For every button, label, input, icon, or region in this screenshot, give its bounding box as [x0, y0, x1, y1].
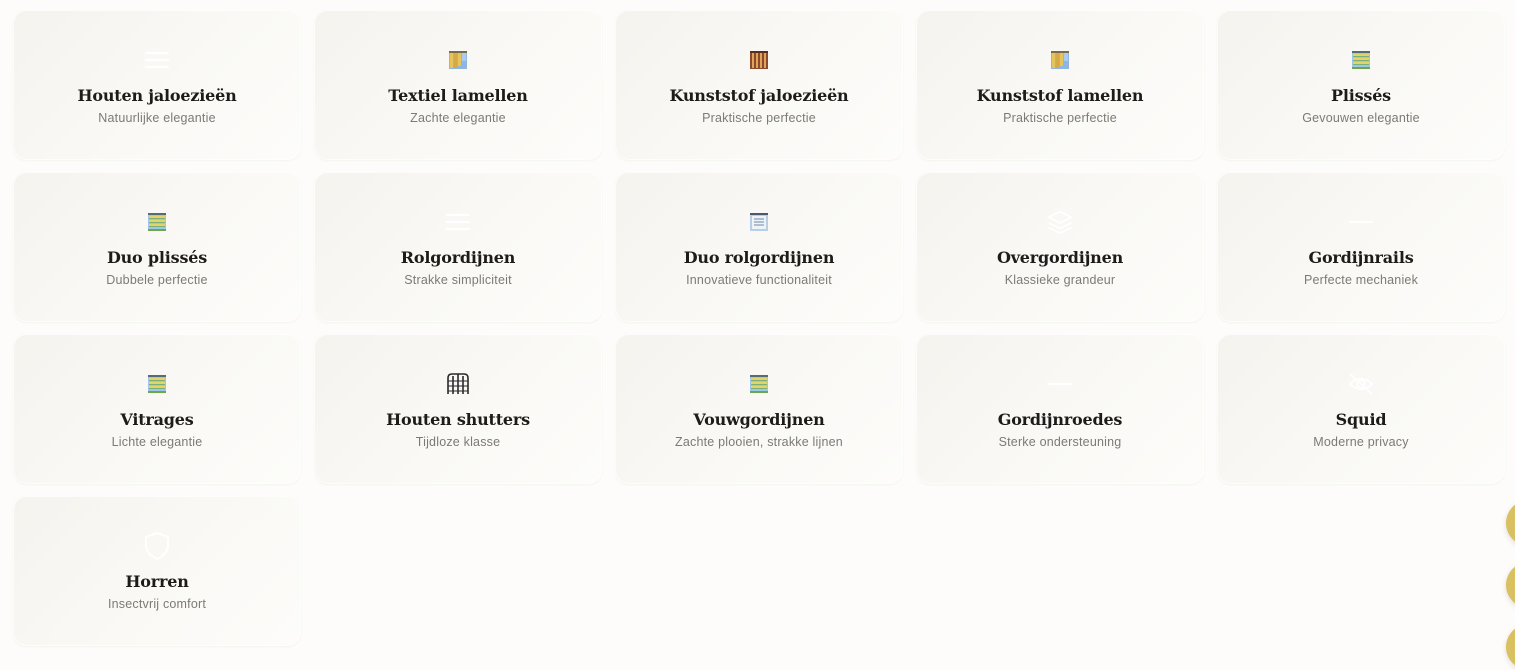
card-subtitle: Praktische perfectie — [1003, 111, 1117, 125]
card-title: Overgordijnen — [996, 248, 1124, 267]
vertical-blinds-icon — [1046, 46, 1074, 74]
card-subtitle: Sterke ondersteuning — [998, 435, 1122, 449]
card-subtitle: Moderne privacy — [1313, 435, 1409, 449]
product-card-plisses[interactable]: Plissés Gevouwen elegantie — [1217, 10, 1505, 160]
wooden-blinds-icon — [745, 46, 773, 74]
product-card-kunststof-jaloezieen[interactable]: Kunststof jaloezieën Praktische perfecti… — [615, 10, 903, 160]
product-card-gordijnrails[interactable]: Gordijnrails Perfecte mechaniek — [1217, 172, 1505, 322]
product-card-kunststof-lamellen[interactable]: Kunststof lamellen Praktische perfectie — [916, 10, 1204, 160]
product-card-duo-rolgordijnen[interactable]: Duo rolgordijnen Innovatieve functionali… — [615, 172, 903, 322]
card-subtitle: Zachte elegantie — [410, 111, 506, 125]
card-subtitle: Strakke simpliciteit — [404, 273, 512, 287]
shield-icon — [143, 532, 171, 560]
card-title: Duo rolgordijnen — [683, 248, 835, 267]
product-card-houten-shutters[interactable]: Houten shutters Tijdloze klasse — [314, 334, 602, 484]
layers-icon — [1046, 208, 1074, 236]
card-subtitle: Tijdloze klasse — [415, 435, 501, 449]
product-card-gordijnroedes[interactable]: Gordijnroedes Sterke ondersteuning — [916, 334, 1204, 484]
product-card-squid[interactable]: Squid Moderne privacy — [1217, 334, 1505, 484]
pleated-blind-icon — [143, 370, 171, 398]
card-title: Plissés — [1331, 86, 1391, 105]
card-title: Kunststof jaloezieën — [669, 86, 849, 105]
card-subtitle: Lichte elegantie — [111, 435, 203, 449]
minus-icon — [1046, 370, 1074, 398]
card-title: Vouwgordijnen — [693, 410, 825, 429]
card-subtitle: Gevouwen elegantie — [1302, 111, 1420, 125]
floating-action-button[interactable] — [1506, 500, 1515, 546]
product-grid: Houten jaloezieën Natuurlijke elegantie … — [13, 10, 1505, 646]
card-title: Gordijnrails — [1308, 248, 1414, 267]
card-title: Gordijnroedes — [997, 410, 1123, 429]
product-card-overgordijnen[interactable]: Overgordijnen Klassieke grandeur — [916, 172, 1204, 322]
card-title: Duo plissés — [106, 248, 208, 267]
card-subtitle: Innovatieve functionaliteit — [686, 273, 832, 287]
pleated-blind-icon — [745, 370, 773, 398]
pleated-blind-icon — [1347, 46, 1375, 74]
product-card-houten-jaloezieen[interactable]: Houten jaloezieën Natuurlijke elegantie — [13, 10, 301, 160]
vertical-blinds-icon — [444, 46, 472, 74]
menu-lines-icon — [143, 46, 171, 74]
pleated-blind-icon — [143, 208, 171, 236]
card-subtitle: Klassieke grandeur — [1004, 273, 1116, 287]
product-card-horren[interactable]: Horren Insectvrij comfort — [13, 496, 301, 646]
product-card-rolgordijnen[interactable]: Rolgordijnen Strakke simpliciteit — [314, 172, 602, 322]
eye-off-icon — [1347, 370, 1375, 398]
card-title: Squid — [1335, 410, 1387, 429]
card-title: Rolgordijnen — [400, 248, 516, 267]
product-card-textiel-lamellen[interactable]: Textiel lamellen Zachte elegantie — [314, 10, 602, 160]
card-title: Houten shutters — [386, 410, 530, 429]
card-title: Textiel lamellen — [388, 86, 528, 105]
card-subtitle: Dubbele perfectie — [106, 273, 208, 287]
menu-lines-icon — [444, 208, 472, 236]
card-subtitle: Perfecte mechaniek — [1303, 273, 1419, 287]
card-subtitle: Insectvrij comfort — [107, 597, 207, 611]
card-subtitle: Zachte plooien, strakke lijnen — [675, 435, 843, 449]
card-title: Houten jaloezieën — [77, 86, 237, 105]
card-title: Horren — [125, 572, 189, 591]
card-title: Kunststof lamellen — [976, 86, 1144, 105]
product-card-vitrages[interactable]: Vitrages Lichte elegantie — [13, 334, 301, 484]
shutters-icon — [444, 370, 472, 398]
card-subtitle: Natuurlijke elegantie — [98, 111, 216, 125]
roller-blind-icon — [745, 208, 773, 236]
floating-action-button[interactable] — [1506, 624, 1515, 670]
card-subtitle: Praktische perfectie — [702, 111, 816, 125]
product-card-duo-plisses[interactable]: Duo plissés Dubbele perfectie — [13, 172, 301, 322]
product-card-vouwgordijnen[interactable]: Vouwgordijnen Zachte plooien, strakke li… — [615, 334, 903, 484]
floating-action-button[interactable] — [1506, 562, 1515, 608]
card-title: Vitrages — [120, 410, 194, 429]
minus-icon — [1347, 208, 1375, 236]
